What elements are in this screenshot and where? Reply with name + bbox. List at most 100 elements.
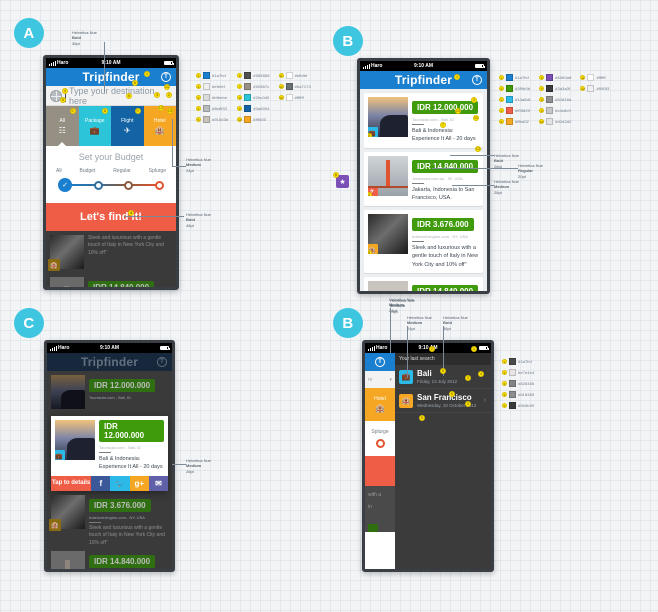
swatch-row: 1 #1a7fcf (502, 358, 534, 365)
price-badge: IDR 12.000.000 (89, 379, 156, 392)
chevron-right-icon[interactable]: › (484, 397, 486, 404)
divider (89, 522, 101, 523)
swatch-number: 5 (502, 403, 507, 408)
annotation-a-1: Helvetica Nue Bold 36pt (72, 30, 97, 46)
compass-icon[interactable]: T (375, 357, 385, 367)
callout-dot: 2 (429, 346, 435, 352)
twitter-icon[interactable]: 🐦 (110, 475, 130, 491)
swatch-color (509, 380, 516, 387)
briefcase-icon: 💼 (89, 125, 100, 135)
swatch-hex: #ffffff (596, 75, 606, 80)
swatch-row: 3 #13a5df (499, 96, 530, 103)
swatch-number: 1 (196, 73, 201, 78)
swatch-legend-d: 1 #1a7fcf 2 #e7e4e4 3 #828486 4 #818385 5 #5b… (502, 358, 534, 409)
last-search-item[interactable]: 🏨 San Francisco Wednesday, 10 October 20… (395, 389, 491, 413)
compass-icon[interactable]: T (472, 75, 482, 85)
list-item[interactable]: IDR 12.000.000 Tourradar.com - Bali, ID (47, 371, 172, 413)
swatch-number: 9 (237, 106, 243, 111)
section-a-letter: A (14, 18, 44, 48)
slider-knob-splurge[interactable] (154, 180, 164, 190)
card-description: Sleek and luxurious with a gentle touch … (89, 525, 165, 546)
list-item[interactable]: 🏨 Sleek and luxurious with a gentle touc… (46, 231, 176, 273)
swatch-hex: #3a3a3f (555, 86, 571, 91)
googleplus-icon[interactable]: g+ (129, 475, 149, 491)
swatch-hex: #585858 (253, 73, 270, 78)
swatch-color (546, 107, 554, 114)
card-description: Jakarta, Indonesia to San Francisco, USA… (412, 186, 475, 201)
highlighted-card[interactable]: 💼 IDR 12.000.000 Tourradar.com - Bali, I… (51, 416, 169, 491)
card-meta: hotelonirvington.com - NY, USA (89, 515, 145, 520)
swatch-hex: #efefef (212, 84, 225, 89)
search-input[interactable]: re (368, 377, 372, 383)
swatch-hex: #1a7fcf (212, 73, 226, 78)
list-item[interactable]: IDR 14.840.000 jetabroad.com.au - SF, US… (47, 547, 172, 569)
swatch-number: 4 (502, 392, 507, 397)
slider-knob-regular[interactable] (124, 180, 134, 190)
compass-icon[interactable]: T (157, 357, 167, 367)
battery-icon (164, 61, 174, 65)
card-body: IDR 3.676.000 hotelonirvington.com - NY,… (412, 214, 479, 269)
result-card[interactable]: 🏨 5 IDR 3.676.000 hotelonirvington.com -… (364, 210, 483, 273)
category-tabs[interactable]: All ☷ 5 Package 💼 8 Flight ✈ 9 Hotel 🏨 1… (46, 106, 176, 146)
swatch-row: 9 #c4c6c9 (539, 107, 571, 114)
callout-dot: 5 (69, 108, 76, 114)
swatch-hex: #8e8f92 (212, 106, 228, 111)
category-tab-all[interactable]: All ☷ 5 (46, 106, 79, 146)
callout-dot: 5 (419, 415, 425, 421)
section-d-badge: B (333, 308, 363, 338)
search-bar-collapsed[interactable]: re ▾ (365, 371, 395, 388)
share-bar[interactable]: Tap to details f 🐦 g+ ✉ (51, 475, 169, 491)
search-bar[interactable]: Type your destination here 4 5 3 2 6 (46, 86, 176, 106)
hotel-icon: 🏨 (399, 393, 413, 408)
facebook-icon[interactable]: f (91, 475, 111, 491)
category-tab-package[interactable]: Package 💼 8 (78, 106, 111, 146)
category-tab-flight[interactable]: Flight ✈ 9 (111, 106, 144, 146)
divider (412, 241, 424, 242)
slider-knob-splurge[interactable] (375, 439, 385, 448)
swatch-color (203, 83, 210, 90)
swatch-row: 6 #585858 (237, 72, 269, 79)
email-icon[interactable]: ✉ (148, 475, 169, 491)
thumbnail (51, 551, 85, 569)
leader-line (450, 155, 494, 156)
leader-line (407, 326, 408, 378)
grid-icon: ☷ (58, 125, 66, 135)
card-meta: Tourradar.com - Bali, ID (89, 395, 132, 400)
swatch-number: 10 (539, 119, 545, 124)
swatch-row: 2 #3f9b0b (499, 85, 530, 92)
find-button[interactable]: Let's find it! 4 (46, 203, 176, 231)
swatch-legend-a: 1 #1a7fcf 2 #efefef 3 #bfbebe 4 #8e8f92 5 #91… (196, 72, 311, 123)
leader-line (124, 216, 184, 217)
chevron-down-icon[interactable]: ▾ (389, 377, 392, 383)
swatch-hex: #bfbebe (212, 95, 228, 100)
budget-label-splurge: Splurge (148, 168, 166, 174)
compass-icon[interactable]: T (161, 72, 171, 82)
hotel-icon: 🏨 (49, 519, 61, 531)
status-bar: Haro 9:10 AM (46, 58, 176, 68)
category-tab-hotel[interactable]: Hotel 🏨 (365, 388, 395, 421)
last-search-panel: Your last search 2 1 💼 Bali Friday, 13 J… (395, 346, 491, 569)
slider-knobs[interactable]: ✓ (58, 176, 164, 194)
find-button-collapsed[interactable] (365, 456, 395, 486)
list-item[interactable]: 🏨 IDR 3.676.000 hotelonirvington.com - N… (47, 491, 172, 551)
result-card[interactable]: 💼 5 IDR 12.000.000 Tourradar.com - Bali,… (364, 93, 483, 148)
list-item[interactable]: IDR 14.840.000 jetahead.com.au - SF, USA (46, 273, 176, 287)
slider-knob-all[interactable]: ✓ (58, 178, 72, 192)
swatch-row: 5 #ffba02 (499, 118, 530, 125)
slider-knob-budget[interactable] (93, 180, 103, 190)
result-card[interactable]: IDR 14.840.000 jetabroad.com.au - SF, US… (364, 276, 483, 291)
result-card[interactable]: ✈ 4 IDR 14.840.000 Jetabroad.com.au - SF… (364, 145, 483, 206)
signal-icon (50, 345, 57, 351)
phone-screen-c: Haro 9:10 AM Tripfinder T IDR 12.000.000… (44, 340, 175, 572)
swatch-row: 12 #f0f0f3 (580, 85, 609, 92)
collapsed-app-strip[interactable]: T re ▾ Hotel 🏨 Splurge with a in (365, 353, 395, 569)
last-search-item[interactable]: 💼 Bali Friday, 13 July 2012 5 3 4 (395, 365, 491, 389)
tap-to-details-button[interactable]: Tap to details (51, 475, 92, 491)
swatch-row: 12 #6a7173 (278, 83, 311, 90)
swatch-color (546, 118, 554, 125)
budget-section-collapsed: Splurge (365, 421, 395, 456)
swatch-hex: #5b5b59 (518, 403, 535, 408)
swatch-number: 2 (499, 86, 504, 91)
callout-dot: 10 (167, 108, 173, 114)
budget-slider[interactable]: ✓ (52, 176, 170, 194)
